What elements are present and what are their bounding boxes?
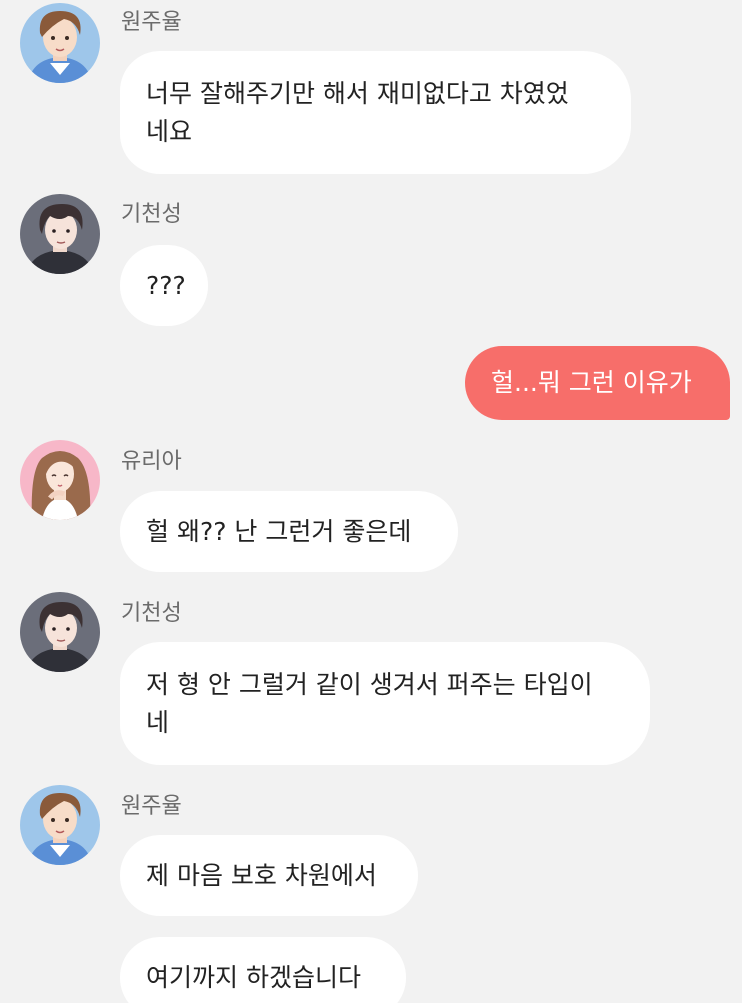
sender-name: 원주율 [121,794,182,819]
message-bubble: 너무 잘해주기만 해서 재미없다고 차였었 네요 [120,51,631,174]
sender-name: 원주율 [121,10,182,35]
my-message-bubble: 헐...뭐 그런 이유가 [465,346,730,420]
sender-name: 유리아 [121,449,182,474]
avatar-yuria-icon[interactable] [20,440,100,520]
message-bubble: 여기까지 하겠습니다 [120,937,406,1003]
message-bubble: 헐 왜?? 난 그런거 좋은데 [120,491,458,572]
sender-name: 기천성 [121,202,182,227]
avatar-gicheonseong-icon[interactable] [20,592,100,672]
avatar-gicheonseong-icon[interactable] [20,194,100,274]
message-bubble: 제 마음 보호 차원에서 [120,835,418,916]
avatar-wonjuyul-icon[interactable] [20,785,100,865]
avatar-wonjuyul-icon[interactable] [20,3,100,83]
chat-conversation: 원주율 너무 잘해주기만 해서 재미없다고 차였었 네요 기천성 ??? 헐..… [0,0,742,1003]
message-bubble: 저 형 안 그럴거 같이 생겨서 퍼주는 타입이 네 [120,642,650,765]
sender-name: 기천성 [121,601,182,626]
message-bubble: ??? [120,245,208,326]
